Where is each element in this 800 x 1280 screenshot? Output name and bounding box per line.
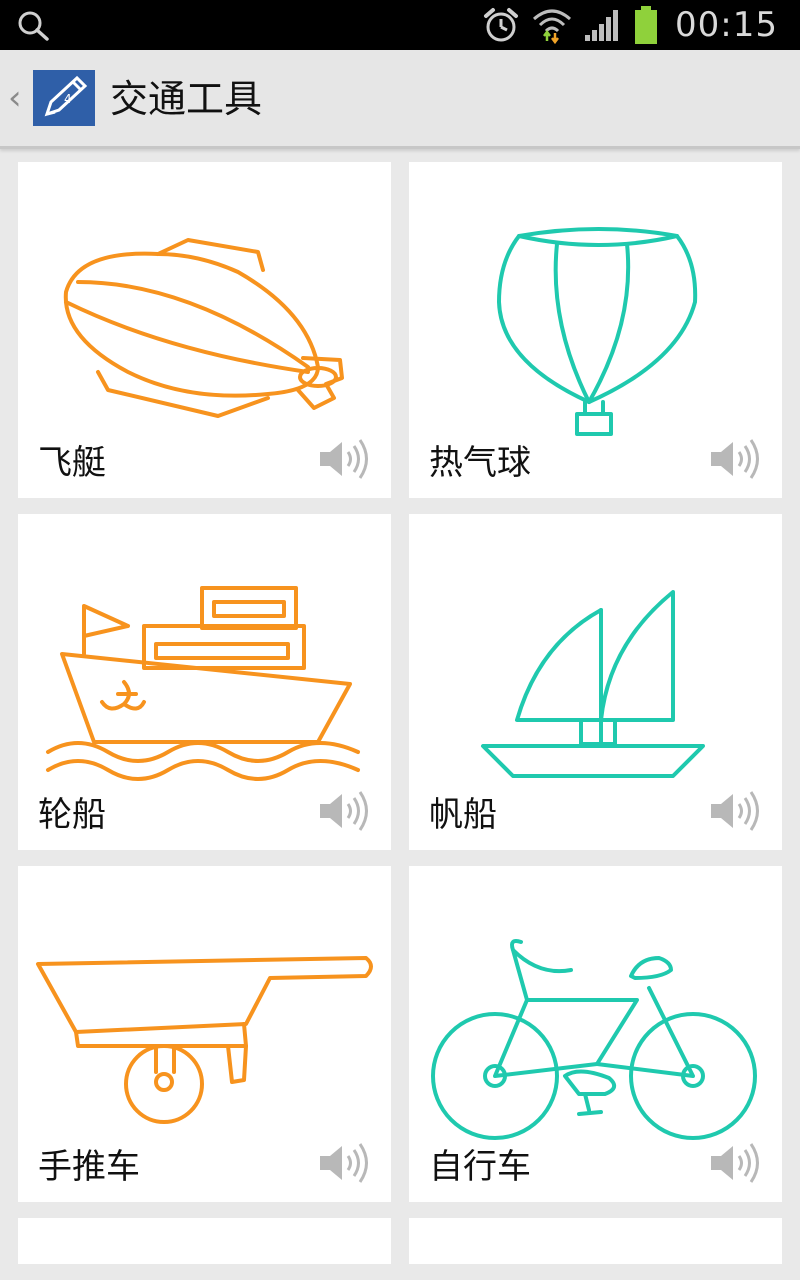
- card-hot-air-balloon[interactable]: 热气球: [409, 162, 782, 498]
- speaker-icon[interactable]: [709, 438, 765, 480]
- sailboat-drawing: [481, 590, 705, 778]
- speaker-icon[interactable]: [318, 790, 374, 832]
- card-wheelbarrow[interactable]: 手推车: [18, 866, 391, 1202]
- speaker-icon[interactable]: [318, 1142, 374, 1184]
- item-label: 手推车: [38, 1147, 140, 1187]
- speaker-icon[interactable]: [709, 790, 765, 832]
- speaker-icon[interactable]: [709, 1142, 765, 1184]
- ship-drawing: [46, 586, 360, 781]
- card-ship[interactable]: 轮船: [18, 514, 391, 850]
- hot-air-balloon-drawing: [497, 227, 698, 436]
- airship-drawing: [63, 238, 344, 418]
- card-sailboat[interactable]: 帆船: [409, 514, 782, 850]
- speaker-icon[interactable]: [318, 438, 374, 480]
- item-label: 飞艇: [38, 443, 106, 483]
- card-partial-right[interactable]: [409, 1218, 782, 1264]
- vehicle-grid: 飞艇 热气球 轮船 帆船 手推车 自行车: [0, 0, 800, 1280]
- item-label: 帆船: [429, 795, 497, 835]
- card-bicycle[interactable]: 自行车: [409, 866, 782, 1202]
- wheelbarrow-drawing: [36, 956, 373, 1124]
- item-label: 自行车: [429, 1147, 531, 1187]
- card-airship[interactable]: 飞艇: [18, 162, 391, 498]
- bicycle-drawing: [431, 939, 757, 1140]
- item-label: 轮船: [38, 795, 106, 835]
- item-label: 热气球: [429, 443, 531, 483]
- card-partial-left[interactable]: [18, 1218, 391, 1264]
